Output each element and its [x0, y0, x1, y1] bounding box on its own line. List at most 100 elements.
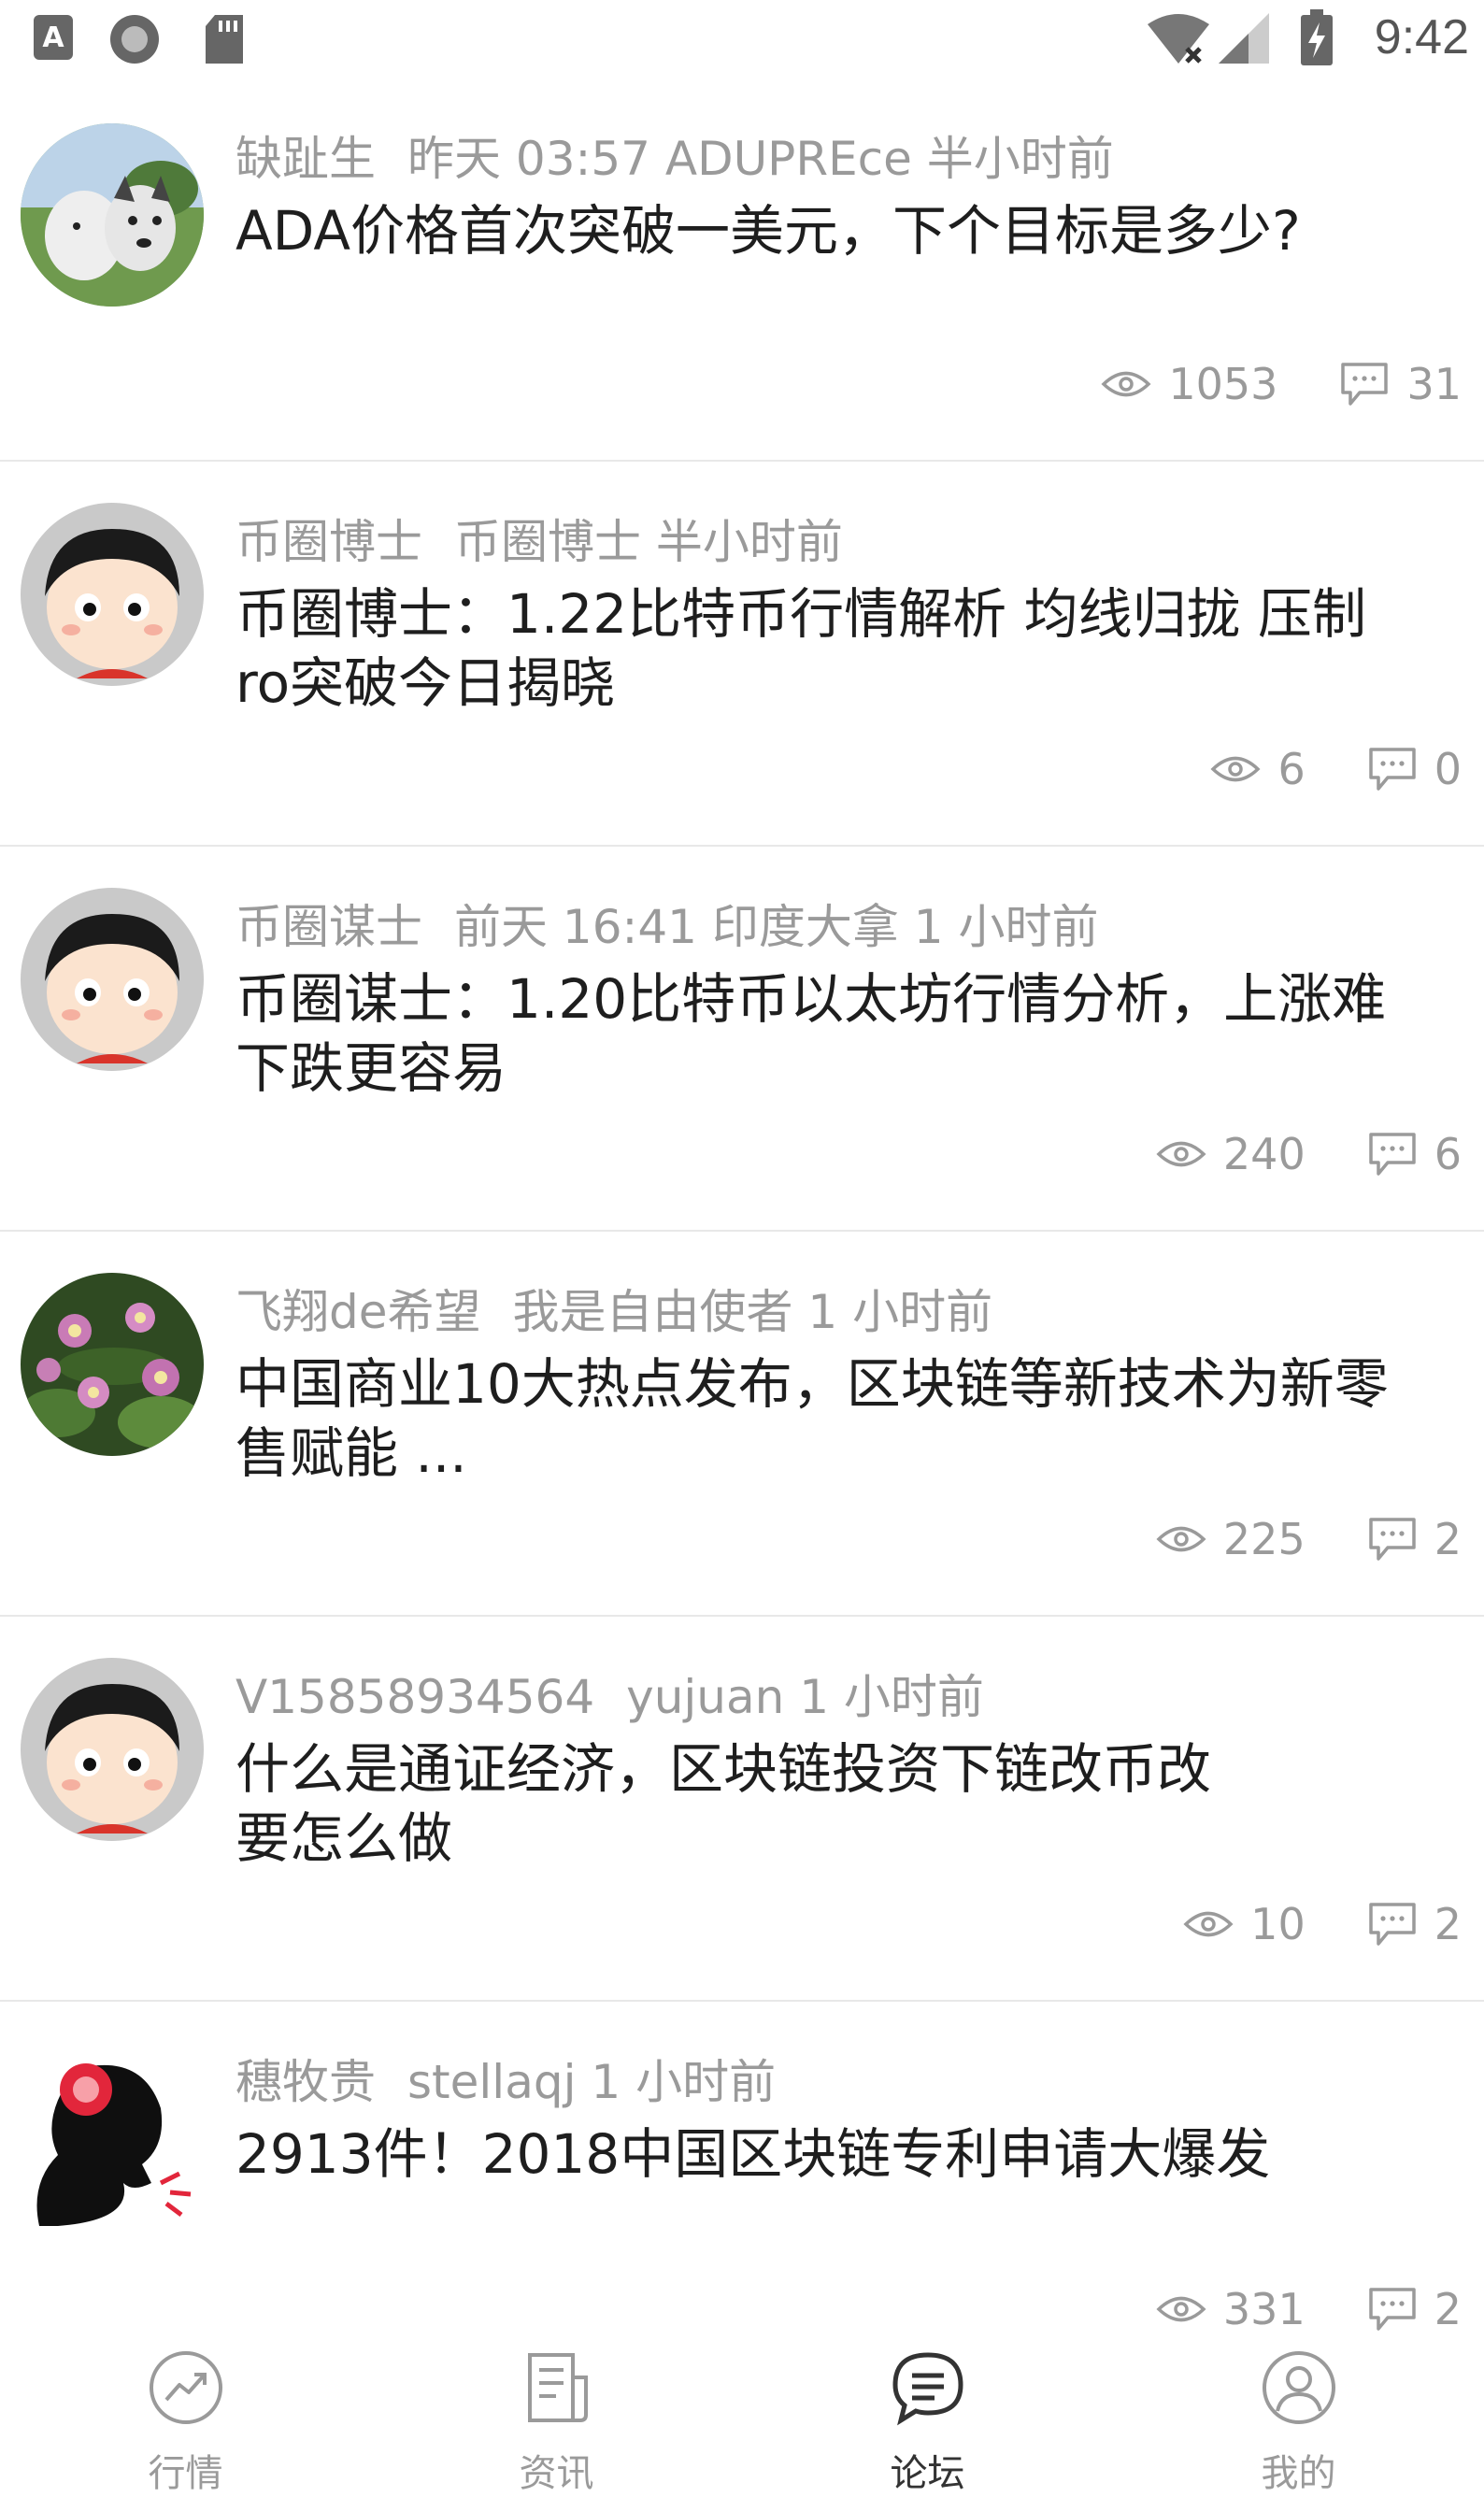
comments-count: 6 [1434, 1129, 1462, 1179]
views-count: 6 [1277, 744, 1306, 794]
post-stats: 6 0 [1210, 744, 1462, 794]
views-stat: 331 [1156, 2284, 1306, 2334]
post-time-info: 币圈博士 半小时前 [454, 515, 843, 569]
eye-icon [1183, 1911, 1234, 1937]
divider [0, 1615, 1484, 1617]
comment-bubble-icon [1368, 748, 1416, 791]
post-title[interactable]: 2913件！2018中国区块链专利申请大爆发 [235, 2119, 1413, 2189]
keyboard-a-icon: A [32, 13, 75, 65]
tab-label: 资讯 [519, 2452, 594, 2495]
post-meta: V15858934564 yujuan 1 小时前 [235, 1660, 984, 1727]
post-author[interactable]: V15858934564 [235, 1670, 594, 1724]
avatar[interactable] [21, 503, 204, 686]
post-meta: 飞翔de希望 我是自由使者 1 小时前 [235, 1275, 992, 1342]
comment-bubble-icon [1368, 1903, 1416, 1946]
cell-signal-icon [1217, 11, 1271, 69]
divider [0, 2000, 1484, 2002]
comments-count: 2 [1434, 2284, 1462, 2334]
post-meta: 币圈博士 币圈博士 半小时前 [235, 505, 843, 572]
post-item[interactable]: 币圈博士 币圈博士 半小时前 币圈博士：1.22比特币行情解析 均线归拢 压制ro… [0, 499, 1484, 852]
comments-stat[interactable]: 2 [1367, 2284, 1462, 2334]
tab-label: 我的 [1261, 2452, 1336, 2495]
eye-icon [1156, 1526, 1206, 1552]
comment-bubble-icon [1368, 1133, 1416, 1176]
divider [0, 1230, 1484, 1232]
views-count: 1053 [1168, 359, 1278, 409]
user-profile-icon [1263, 2351, 1335, 2424]
comments-stat[interactable]: 0 [1367, 744, 1462, 794]
post-meta: 币圈谋士 前天 16:41 印度大拿 1 小时前 [235, 890, 1098, 957]
sd-card-icon [202, 13, 247, 69]
post-stats: 331 2 [1156, 2284, 1462, 2334]
post-stats: 240 6 [1156, 1129, 1462, 1179]
tab-market[interactable]: 行情 [0, 2333, 371, 2497]
avatar[interactable] [21, 1658, 204, 1841]
post-item[interactable]: 币圈谋士 前天 16:41 印度大拿 1 小时前 币圈谋士：1.20比特币以太坊行… [0, 884, 1484, 1237]
comment-bubble-icon [1368, 1518, 1416, 1561]
views-stat: 10 [1183, 1899, 1306, 1949]
post-time-info: stellaqj 1 小时前 [407, 2055, 777, 2109]
views-count: 331 [1222, 2284, 1306, 2334]
battery-charging-icon [1299, 9, 1334, 71]
post-time-info: 前天 16:41 印度大拿 1 小时前 [454, 900, 1099, 954]
status-time: 9:42 [1374, 10, 1469, 64]
comments-stat[interactable]: 6 [1367, 1129, 1462, 1179]
comment-bubble-icon [1341, 363, 1389, 406]
news-document-icon [528, 2353, 588, 2422]
post-title[interactable]: 币圈谋士：1.20比特币以太坊行情分析，上涨难下跌更容易 [235, 964, 1413, 1103]
eye-icon [1156, 2296, 1206, 2322]
post-author[interactable]: 币圈谋士 [235, 900, 422, 954]
record-circle-icon [108, 13, 161, 69]
forum-chat-icon [892, 2352, 963, 2426]
comments-count: 0 [1434, 744, 1462, 794]
views-count: 240 [1222, 1129, 1306, 1179]
status-bar: A 9:42 [0, 0, 1484, 82]
avatar[interactable] [21, 888, 204, 1071]
tab-label: 行情 [148, 2452, 223, 2495]
post-stats: 10 2 [1183, 1899, 1462, 1949]
post-title[interactable]: 什么是通证经济，区块链投资下链改币改要怎么做 [235, 1734, 1226, 1873]
post-stats: 1053 31 [1101, 359, 1462, 409]
post-title[interactable]: ADA价格首次突破一美元，下个目标是多少? [235, 196, 1413, 265]
avatar[interactable] [21, 2043, 204, 2226]
post-author[interactable]: 币圈博士 [235, 515, 422, 569]
tab-news[interactable]: 资讯 [371, 2333, 742, 2497]
post-time-info: yujuan 1 小时前 [626, 1670, 984, 1724]
views-stat: 1053 [1101, 359, 1277, 409]
post-author[interactable]: 缺趾生 [235, 132, 376, 186]
post-title[interactable]: 中国商业10大热点发布，区块链等新技术为新零售赋能 ... [235, 1349, 1413, 1488]
eye-icon [1101, 371, 1151, 397]
post-meta: 缺趾生 昨天 03:57 ADUPREce 半小时前 [235, 121, 1114, 189]
divider [0, 845, 1484, 847]
post-item[interactable]: V15858934564 yujuan 1 小时前 什么是通证经济，区块链投资下链… [0, 1654, 1484, 2007]
post-time-info: 昨天 03:57 ADUPREce 半小时前 [407, 132, 1114, 186]
tab-label: 论坛 [890, 2452, 965, 2495]
comments-stat[interactable]: 2 [1367, 1899, 1462, 1949]
avatar[interactable] [21, 123, 204, 307]
avatar[interactable] [21, 1273, 204, 1456]
post-stats: 225 2 [1156, 1514, 1462, 1564]
views-stat: 240 [1156, 1129, 1306, 1179]
wifi-off-icon [1146, 11, 1211, 69]
views-stat: 225 [1156, 1514, 1306, 1564]
comments-count: 31 [1406, 359, 1462, 409]
post-time-info: 我是自由使者 1 小时前 [512, 1285, 993, 1339]
views-count: 225 [1222, 1514, 1306, 1564]
views-stat: 6 [1210, 744, 1306, 794]
post-author[interactable]: 穗牧贵 [235, 2055, 376, 2109]
eye-icon [1156, 1141, 1206, 1167]
post-meta: 穗牧贵 stellaqj 1 小时前 [235, 2045, 776, 2112]
trend-chart-icon [150, 2351, 222, 2424]
post-item[interactable]: 缺趾生 昨天 03:57 ADUPREce 半小时前 ADA价格首次突破一美元，下… [0, 114, 1484, 469]
post-title[interactable]: 币圈博士：1.22比特币行情解析 均线归拢 压制ro突破今日揭晓 [235, 579, 1413, 718]
comments-stat[interactable]: 31 [1339, 359, 1462, 409]
views-count: 10 [1250, 1899, 1306, 1949]
comments-stat[interactable]: 2 [1367, 1514, 1462, 1564]
comments-count: 2 [1434, 1514, 1462, 1564]
comment-bubble-icon [1368, 2288, 1416, 2331]
post-item[interactable]: 飞翔de希望 我是自由使者 1 小时前 中国商业10大热点发布，区块链等新技术为新… [0, 1269, 1484, 1622]
tab-forum[interactable]: 论坛 [742, 2333, 1113, 2497]
divider [0, 460, 1484, 462]
post-author[interactable]: 飞翔de希望 [235, 1285, 481, 1339]
tab-me[interactable]: 我的 [1113, 2333, 1484, 2497]
